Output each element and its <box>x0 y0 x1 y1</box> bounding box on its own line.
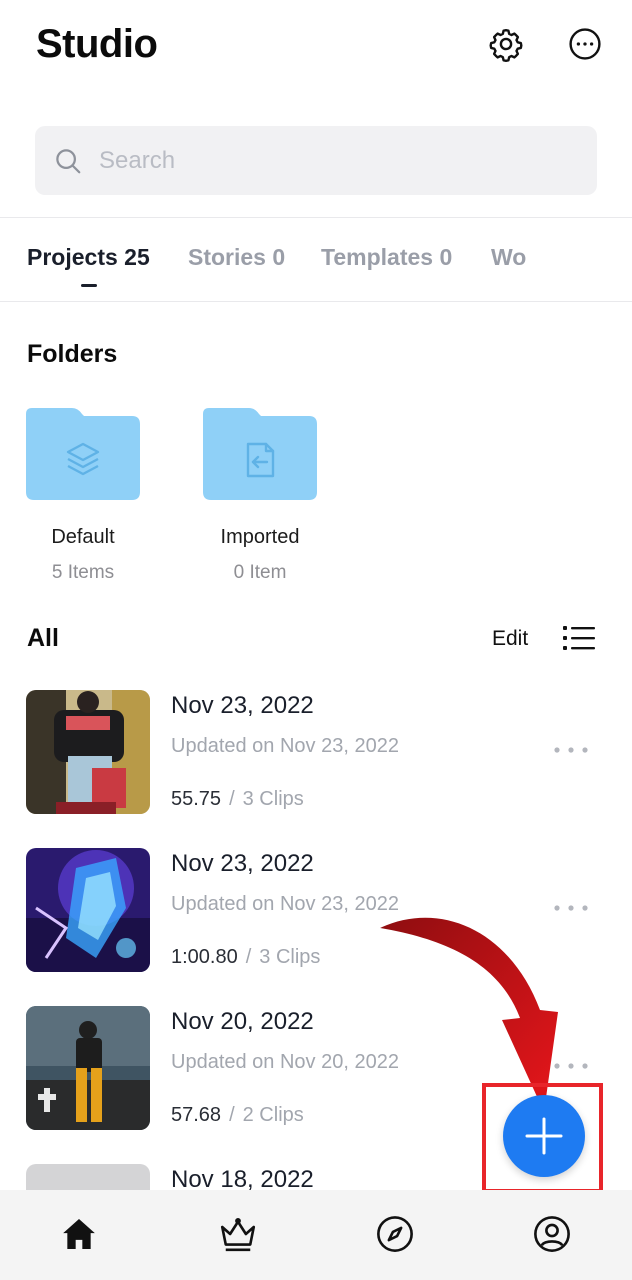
project-meta: 1:00.80 / 3 Clips <box>171 946 320 969</box>
project-thumbnail <box>26 1006 150 1130</box>
project-updated: Updated on Nov 23, 2022 <box>171 735 399 757</box>
project-updated: Updated on Nov 20, 2022 <box>171 1051 399 1073</box>
folders-heading: Folders <box>27 340 118 368</box>
folder-item-count: 5 Items <box>51 562 115 583</box>
project-duration: 1:00.80 <box>171 946 238 968</box>
crown-icon <box>220 1217 256 1252</box>
search-bar[interactable] <box>35 126 597 195</box>
project-thumbnail <box>26 848 150 972</box>
search-input[interactable] <box>99 146 559 175</box>
page-title: Studio <box>36 22 158 66</box>
bottom-navigation <box>0 1190 632 1280</box>
search-icon <box>56 148 81 173</box>
nav-explore[interactable] <box>373 1212 417 1256</box>
project-updated: Updated on Nov 23, 2022 <box>171 893 399 915</box>
project-meta: 57.68 / 2 Clips <box>171 1104 304 1127</box>
project-item[interactable]: Nov 23, 2022 Updated on Nov 23, 2022 55.… <box>0 690 632 814</box>
folder-icon <box>203 408 317 500</box>
project-title: Nov 18, 2022 <box>171 1166 314 1190</box>
profile-icon <box>534 1216 570 1252</box>
more-options-icon[interactable] <box>553 745 589 755</box>
project-duration: 57.68 <box>171 1104 222 1126</box>
meta-separator: / <box>245 946 252 968</box>
settings-button[interactable] <box>486 24 526 64</box>
new-project-button[interactable] <box>503 1095 585 1177</box>
divider <box>0 301 632 302</box>
meta-separator: / <box>229 1104 235 1126</box>
project-meta: 55.75 / 3 Clips <box>171 788 304 811</box>
compass-icon <box>377 1216 413 1252</box>
folder-default[interactable]: Default 5 Items <box>26 406 140 583</box>
project-clip-count: 2 Clips <box>242 1104 304 1126</box>
active-tab-indicator <box>81 284 97 287</box>
home-icon <box>63 1219 95 1249</box>
project-title: Nov 23, 2022 <box>171 692 314 719</box>
folder-name: Default <box>51 526 115 548</box>
project-thumbnail <box>26 690 150 814</box>
nav-premium[interactable] <box>216 1212 260 1256</box>
list-view-icon[interactable] <box>563 624 595 652</box>
edit-button[interactable]: Edit <box>492 627 528 651</box>
plus-icon <box>525 1117 563 1155</box>
more-options-button[interactable] <box>565 24 605 64</box>
tab-projects[interactable]: Projects 25 <box>27 244 150 271</box>
folder-icon <box>26 408 140 500</box>
nav-home[interactable] <box>57 1212 101 1256</box>
tab-stories[interactable]: Stories 0 <box>188 244 285 271</box>
more-horizontal-circle-icon <box>569 28 601 60</box>
folder-imported[interactable]: Imported 0 Item <box>203 406 317 583</box>
tab-partial[interactable]: Wo <box>491 244 526 271</box>
nav-profile[interactable] <box>530 1212 574 1256</box>
divider <box>0 217 632 218</box>
project-title: Nov 20, 2022 <box>171 1008 314 1035</box>
project-title: Nov 23, 2022 <box>171 850 314 877</box>
gear-icon <box>489 29 523 62</box>
folder-name: Imported <box>220 526 300 548</box>
meta-separator: / <box>229 788 235 810</box>
project-clip-count: 3 Clips <box>259 946 321 968</box>
all-heading: All <box>27 624 59 652</box>
tab-templates[interactable]: Templates 0 <box>321 244 452 271</box>
project-thumbnail <box>26 1164 150 1190</box>
project-duration: 55.75 <box>171 788 222 810</box>
folder-item-count: 0 Item <box>233 562 287 583</box>
project-clip-count: 3 Clips <box>242 788 304 810</box>
tab-bar: Projects 25 Stories 0 Templates 0 Wo <box>0 244 632 284</box>
